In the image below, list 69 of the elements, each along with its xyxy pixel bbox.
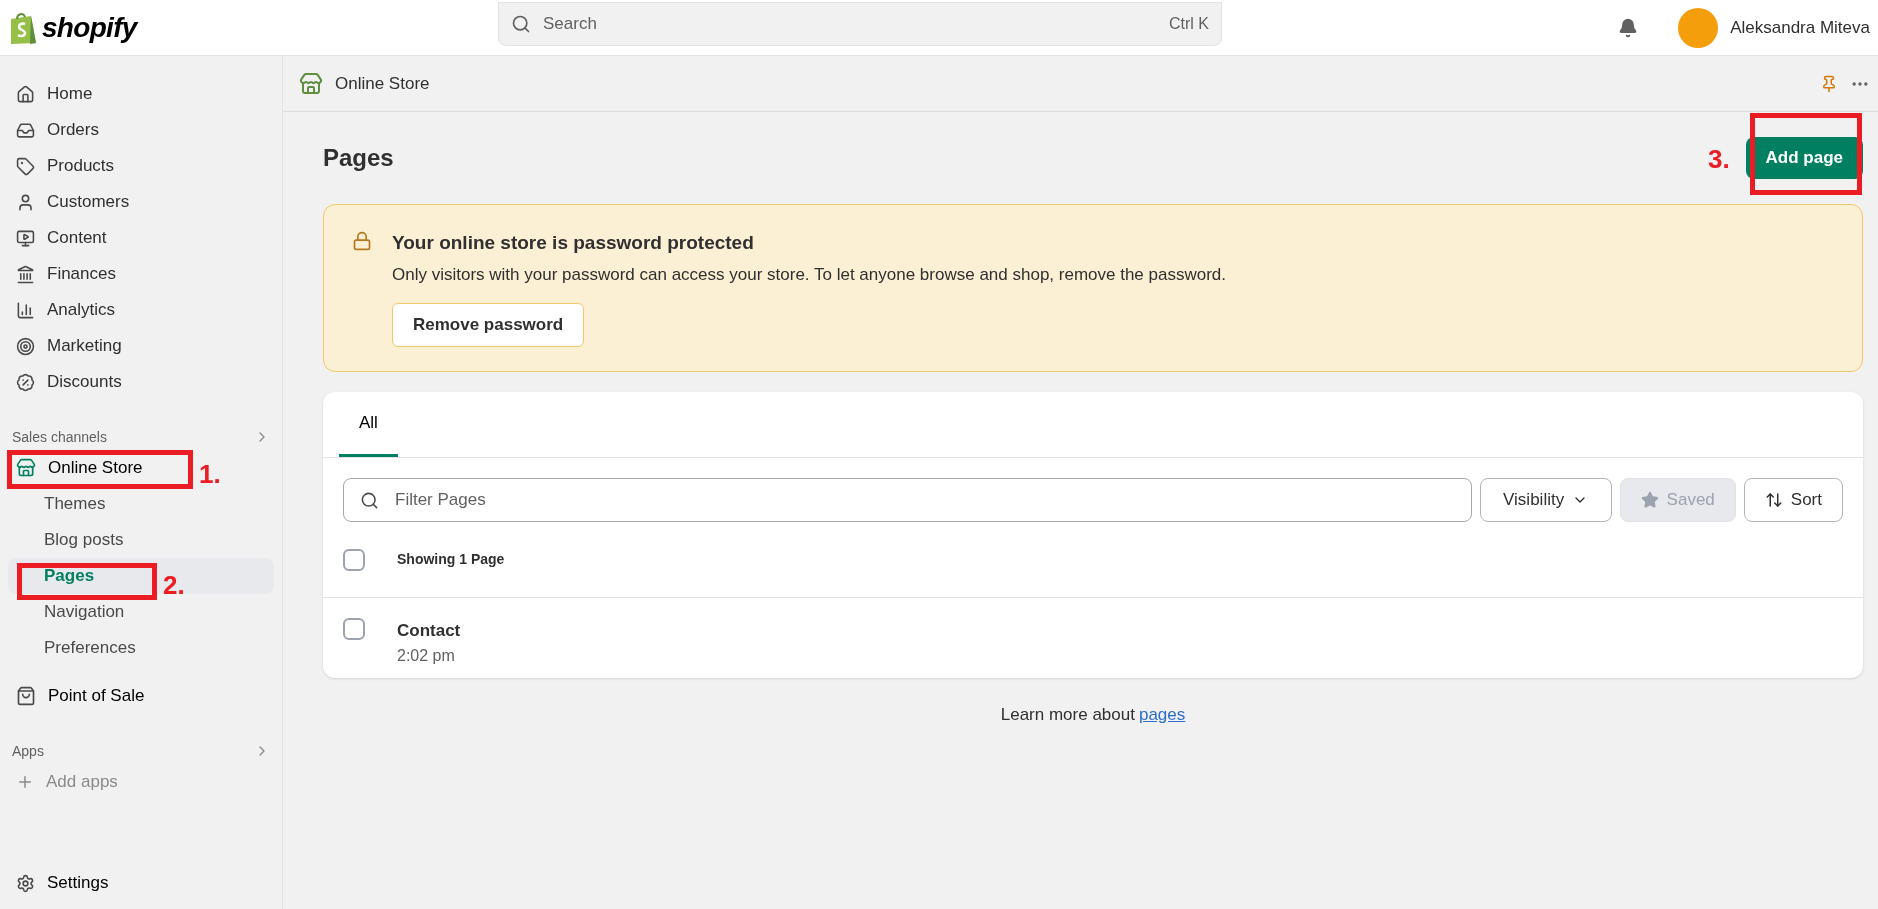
store-icon bbox=[16, 458, 36, 478]
search-placeholder: Search bbox=[543, 12, 598, 35]
nav-item[interactable]: Home bbox=[8, 76, 274, 112]
nav-item[interactable]: Customers bbox=[8, 184, 274, 220]
page-title: Pages bbox=[323, 143, 394, 173]
store-icon bbox=[299, 71, 323, 96]
nav-subitem[interactable]: Preferences bbox=[44, 630, 136, 666]
sort-icon bbox=[1764, 491, 1783, 509]
tab[interactable]: All bbox=[339, 392, 398, 457]
bell-icon[interactable] bbox=[1618, 17, 1639, 38]
lock-icon bbox=[352, 231, 372, 251]
page-title-cell-text: Contact bbox=[397, 620, 461, 642]
nav-icon bbox=[16, 228, 35, 248]
nav-icon bbox=[16, 264, 35, 284]
nav-item[interactable]: Content bbox=[8, 220, 274, 256]
keyboard-shortcut: Ctrl K bbox=[1169, 13, 1209, 34]
avatar[interactable] bbox=[1678, 7, 1719, 48]
nav-subitem[interactable]: Navigation bbox=[44, 594, 125, 630]
nav-icon bbox=[16, 84, 35, 104]
filter-field[interactable]: Filter Pages bbox=[343, 478, 1472, 522]
pin-icon[interactable] bbox=[1820, 74, 1838, 93]
row-count: Showing 1 Page bbox=[397, 550, 505, 569]
nav-subitem[interactable]: Pages bbox=[44, 558, 95, 594]
nav-icon bbox=[16, 300, 35, 320]
nav-item[interactable]: Orders bbox=[8, 112, 274, 148]
banner-message: Only visitors with your password can access your store. To let anyone browse and shop, remove the password. bbox=[392, 263, 1227, 286]
nav-icon bbox=[16, 192, 35, 212]
nav-icon bbox=[16, 156, 35, 176]
nav-subitem[interactable]: Blog posts bbox=[44, 522, 124, 558]
nav-item[interactable]: Discounts bbox=[8, 364, 274, 400]
add-page-button[interactable]: Add page bbox=[1745, 137, 1863, 179]
pages-link[interactable]: pages bbox=[1138, 702, 1186, 728]
search-icon bbox=[511, 13, 531, 34]
footer-text: Learn more about bbox=[1000, 704, 1135, 726]
nav-icon bbox=[16, 120, 35, 140]
nav-icon bbox=[16, 372, 35, 392]
nav-item[interactable]: Analytics bbox=[8, 292, 274, 328]
user-name[interactable]: Aleksandra Miteva bbox=[1730, 14, 1870, 41]
nav-item[interactable]: Marketing bbox=[8, 328, 274, 364]
shopping-bag-logo-icon bbox=[8, 10, 38, 45]
filter-placeholder: Filter Pages bbox=[395, 489, 486, 512]
checkbox[interactable] bbox=[343, 618, 365, 640]
sort-button[interactable]: Sort bbox=[1743, 478, 1843, 522]
search-field[interactable]: Search Ctrl K bbox=[498, 1, 1222, 46]
nav-item[interactable]: Online Store bbox=[8, 450, 151, 486]
checkbox[interactable] bbox=[343, 548, 365, 571]
subheader-title: Online Store bbox=[335, 72, 431, 95]
banner-title: Your online store is password protected bbox=[392, 231, 755, 255]
step-number: 3. bbox=[1708, 143, 1730, 176]
step-number: 1. bbox=[199, 458, 221, 491]
step-number: 2. bbox=[163, 569, 185, 602]
bag-icon bbox=[16, 686, 36, 706]
visibility-dropdown[interactable]: Visibility bbox=[1479, 478, 1612, 522]
remove-password-button[interactable]: Remove password bbox=[392, 303, 585, 347]
settings-icon bbox=[16, 873, 35, 893]
section-heading: Sales channels bbox=[12, 427, 107, 447]
star-icon bbox=[1640, 491, 1659, 509]
nav-item[interactable]: Products bbox=[8, 148, 274, 184]
search-icon bbox=[360, 490, 379, 510]
nav-icon bbox=[16, 336, 35, 356]
logo-text: shopify bbox=[42, 10, 137, 45]
nav-item[interactable]: Finances bbox=[8, 256, 274, 292]
page-time: 2:02 pm bbox=[397, 645, 456, 666]
section-heading: Apps bbox=[12, 741, 44, 761]
nav-item[interactable]: Settings bbox=[8, 865, 274, 901]
nav-item[interactable]: Point of Sale bbox=[8, 678, 153, 714]
page-row[interactable]: Contact 2:02 pm bbox=[323, 598, 1863, 678]
plus-icon bbox=[16, 773, 34, 791]
nav-subitem[interactable]: Themes bbox=[44, 486, 106, 522]
